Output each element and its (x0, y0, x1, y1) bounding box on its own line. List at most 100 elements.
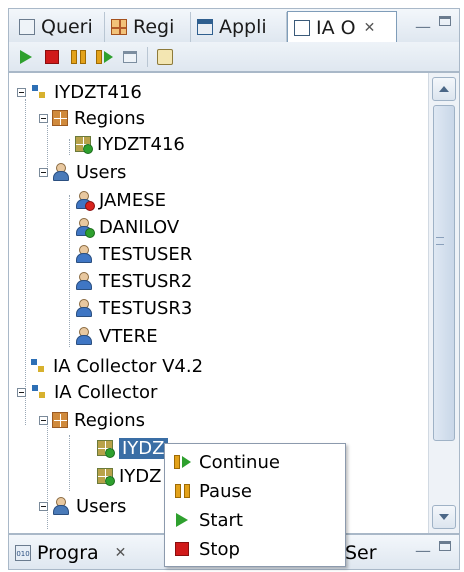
collapse-icon[interactable] (39, 415, 48, 425)
node-label: Users (76, 495, 127, 517)
regions-icon (52, 412, 68, 428)
regions-icon (52, 110, 68, 126)
tree-node-region[interactable]: IYDZ (97, 463, 162, 489)
tree-node-users[interactable]: Users (39, 159, 126, 185)
node-label: IA Collector V4.2 (53, 355, 204, 377)
node-label: VTERE (99, 325, 158, 347)
stop-icon (173, 541, 191, 557)
node-label: TESTUSR2 (99, 270, 193, 292)
context-menu: Continue Pause Start Stop (164, 443, 346, 567)
tab-label: IA O (316, 16, 356, 39)
system-icon (30, 83, 48, 101)
running-status-icon (85, 228, 95, 238)
region-icon (97, 468, 115, 486)
menu-item-pause[interactable]: Pause (173, 477, 252, 505)
grip-icon (436, 237, 444, 245)
tree-connector (69, 195, 70, 347)
system-icon (30, 383, 48, 401)
eclipse-view-frame: Queri Regi Appli IA O ✕ — IYDZT416 Regio… (0, 0, 464, 572)
tree-node-user[interactable]: TESTUSR2 (75, 268, 192, 294)
user-icon (75, 191, 95, 211)
tab-label: Regi (133, 16, 175, 38)
node-label: IA Collector (54, 381, 158, 403)
user-icon (75, 245, 93, 263)
node-label: JAMESE (99, 189, 167, 211)
tree-node-region-selected[interactable]: IYDZ (97, 435, 168, 461)
scroll-up-button[interactable] (432, 77, 456, 101)
scroll-down-button[interactable] (432, 505, 456, 529)
stopped-status-icon (85, 201, 95, 211)
tree-connector (25, 99, 26, 425)
window-icon[interactable] (121, 48, 139, 66)
user-icon (75, 218, 95, 238)
tree-node-user[interactable]: VTERE (75, 323, 158, 349)
node-label: IYDZT416 (54, 81, 142, 103)
tab-applications[interactable]: Appli (191, 12, 287, 42)
menu-item-stop[interactable]: Stop (173, 535, 240, 563)
continue-icon[interactable] (95, 48, 113, 66)
tab-label: Progra (37, 542, 99, 564)
tree-node-system[interactable]: IYDZT416 (17, 79, 142, 105)
tree-node-user[interactable]: JAMESE (75, 187, 166, 213)
grid-icon (111, 19, 127, 35)
menu-item-start[interactable]: Start (173, 506, 243, 534)
user-icon (75, 272, 93, 290)
scroll-thumb[interactable] (433, 105, 455, 441)
minimize-icon[interactable]: — (415, 541, 431, 560)
menu-item-continue[interactable]: Continue (173, 448, 280, 476)
collapse-icon[interactable] (17, 87, 26, 97)
user-icon (75, 327, 93, 345)
close-icon[interactable]: ✕ (115, 545, 127, 561)
tree-node-user[interactable]: DANILOV (75, 214, 179, 240)
vertical-scrollbar[interactable] (428, 73, 459, 533)
application-icon (197, 19, 213, 35)
tree-node-regions[interactable]: Regions (39, 407, 145, 433)
pause-icon (173, 483, 191, 499)
tree-node-user[interactable]: TESTUSR3 (75, 295, 192, 321)
user-icon (75, 299, 93, 317)
node-label: IYDZ (119, 437, 168, 459)
node-label: IYDZ (119, 465, 162, 487)
pause-icon[interactable] (69, 48, 87, 66)
minimize-icon[interactable]: — (415, 17, 431, 36)
toolbar-separator (147, 46, 148, 67)
menu-item-label: Pause (199, 480, 252, 502)
start-icon[interactable] (17, 48, 35, 66)
collapse-icon[interactable] (17, 387, 26, 397)
document-icon (19, 19, 35, 35)
tab-services[interactable]: Ser (345, 539, 377, 567)
top-tab-bar: Queri Regi Appli IA O ✕ — (8, 8, 460, 43)
menu-item-label: Stop (199, 538, 240, 560)
collapse-icon[interactable] (39, 167, 48, 177)
maximize-icon[interactable] (439, 16, 451, 26)
tab-queries[interactable]: Queri (13, 12, 105, 42)
maximize-icon[interactable] (439, 541, 451, 551)
node-label: TESTUSER (99, 243, 193, 265)
collapse-icon[interactable] (39, 113, 48, 123)
binary-icon: 010 (15, 545, 31, 561)
tree-node-region[interactable]: IYDZT416 (75, 131, 185, 157)
tab-ia-overview[interactable]: IA O ✕ (287, 11, 397, 43)
tab-regions[interactable]: Regi (105, 12, 191, 42)
node-label: TESTUSR3 (99, 297, 193, 319)
node-label: IYDZT416 (97, 133, 185, 155)
refresh-icon[interactable] (156, 48, 174, 66)
stop-icon[interactable] (43, 48, 61, 66)
tab-programs[interactable]: 010 Progra ✕ (15, 539, 126, 567)
close-icon[interactable]: ✕ (364, 20, 376, 36)
node-label: Users (76, 161, 127, 183)
users-icon (52, 497, 70, 515)
node-label: DANILOV (99, 216, 180, 238)
tree-node-users[interactable]: Users (39, 493, 126, 519)
tree-node-regions[interactable]: Regions (39, 105, 145, 131)
tab-label: Queri (41, 16, 93, 38)
node-label: Regions (74, 107, 145, 129)
tree-node-system[interactable]: IA Collector V4.2 (29, 353, 203, 379)
node-label: Regions (74, 409, 145, 431)
collapse-icon[interactable] (39, 501, 48, 511)
tree-connector (69, 435, 70, 491)
menu-item-label: Start (199, 509, 243, 531)
start-icon (173, 512, 191, 528)
tree-node-system[interactable]: IA Collector (17, 379, 157, 405)
tree-node-user[interactable]: TESTUSER (75, 241, 192, 267)
